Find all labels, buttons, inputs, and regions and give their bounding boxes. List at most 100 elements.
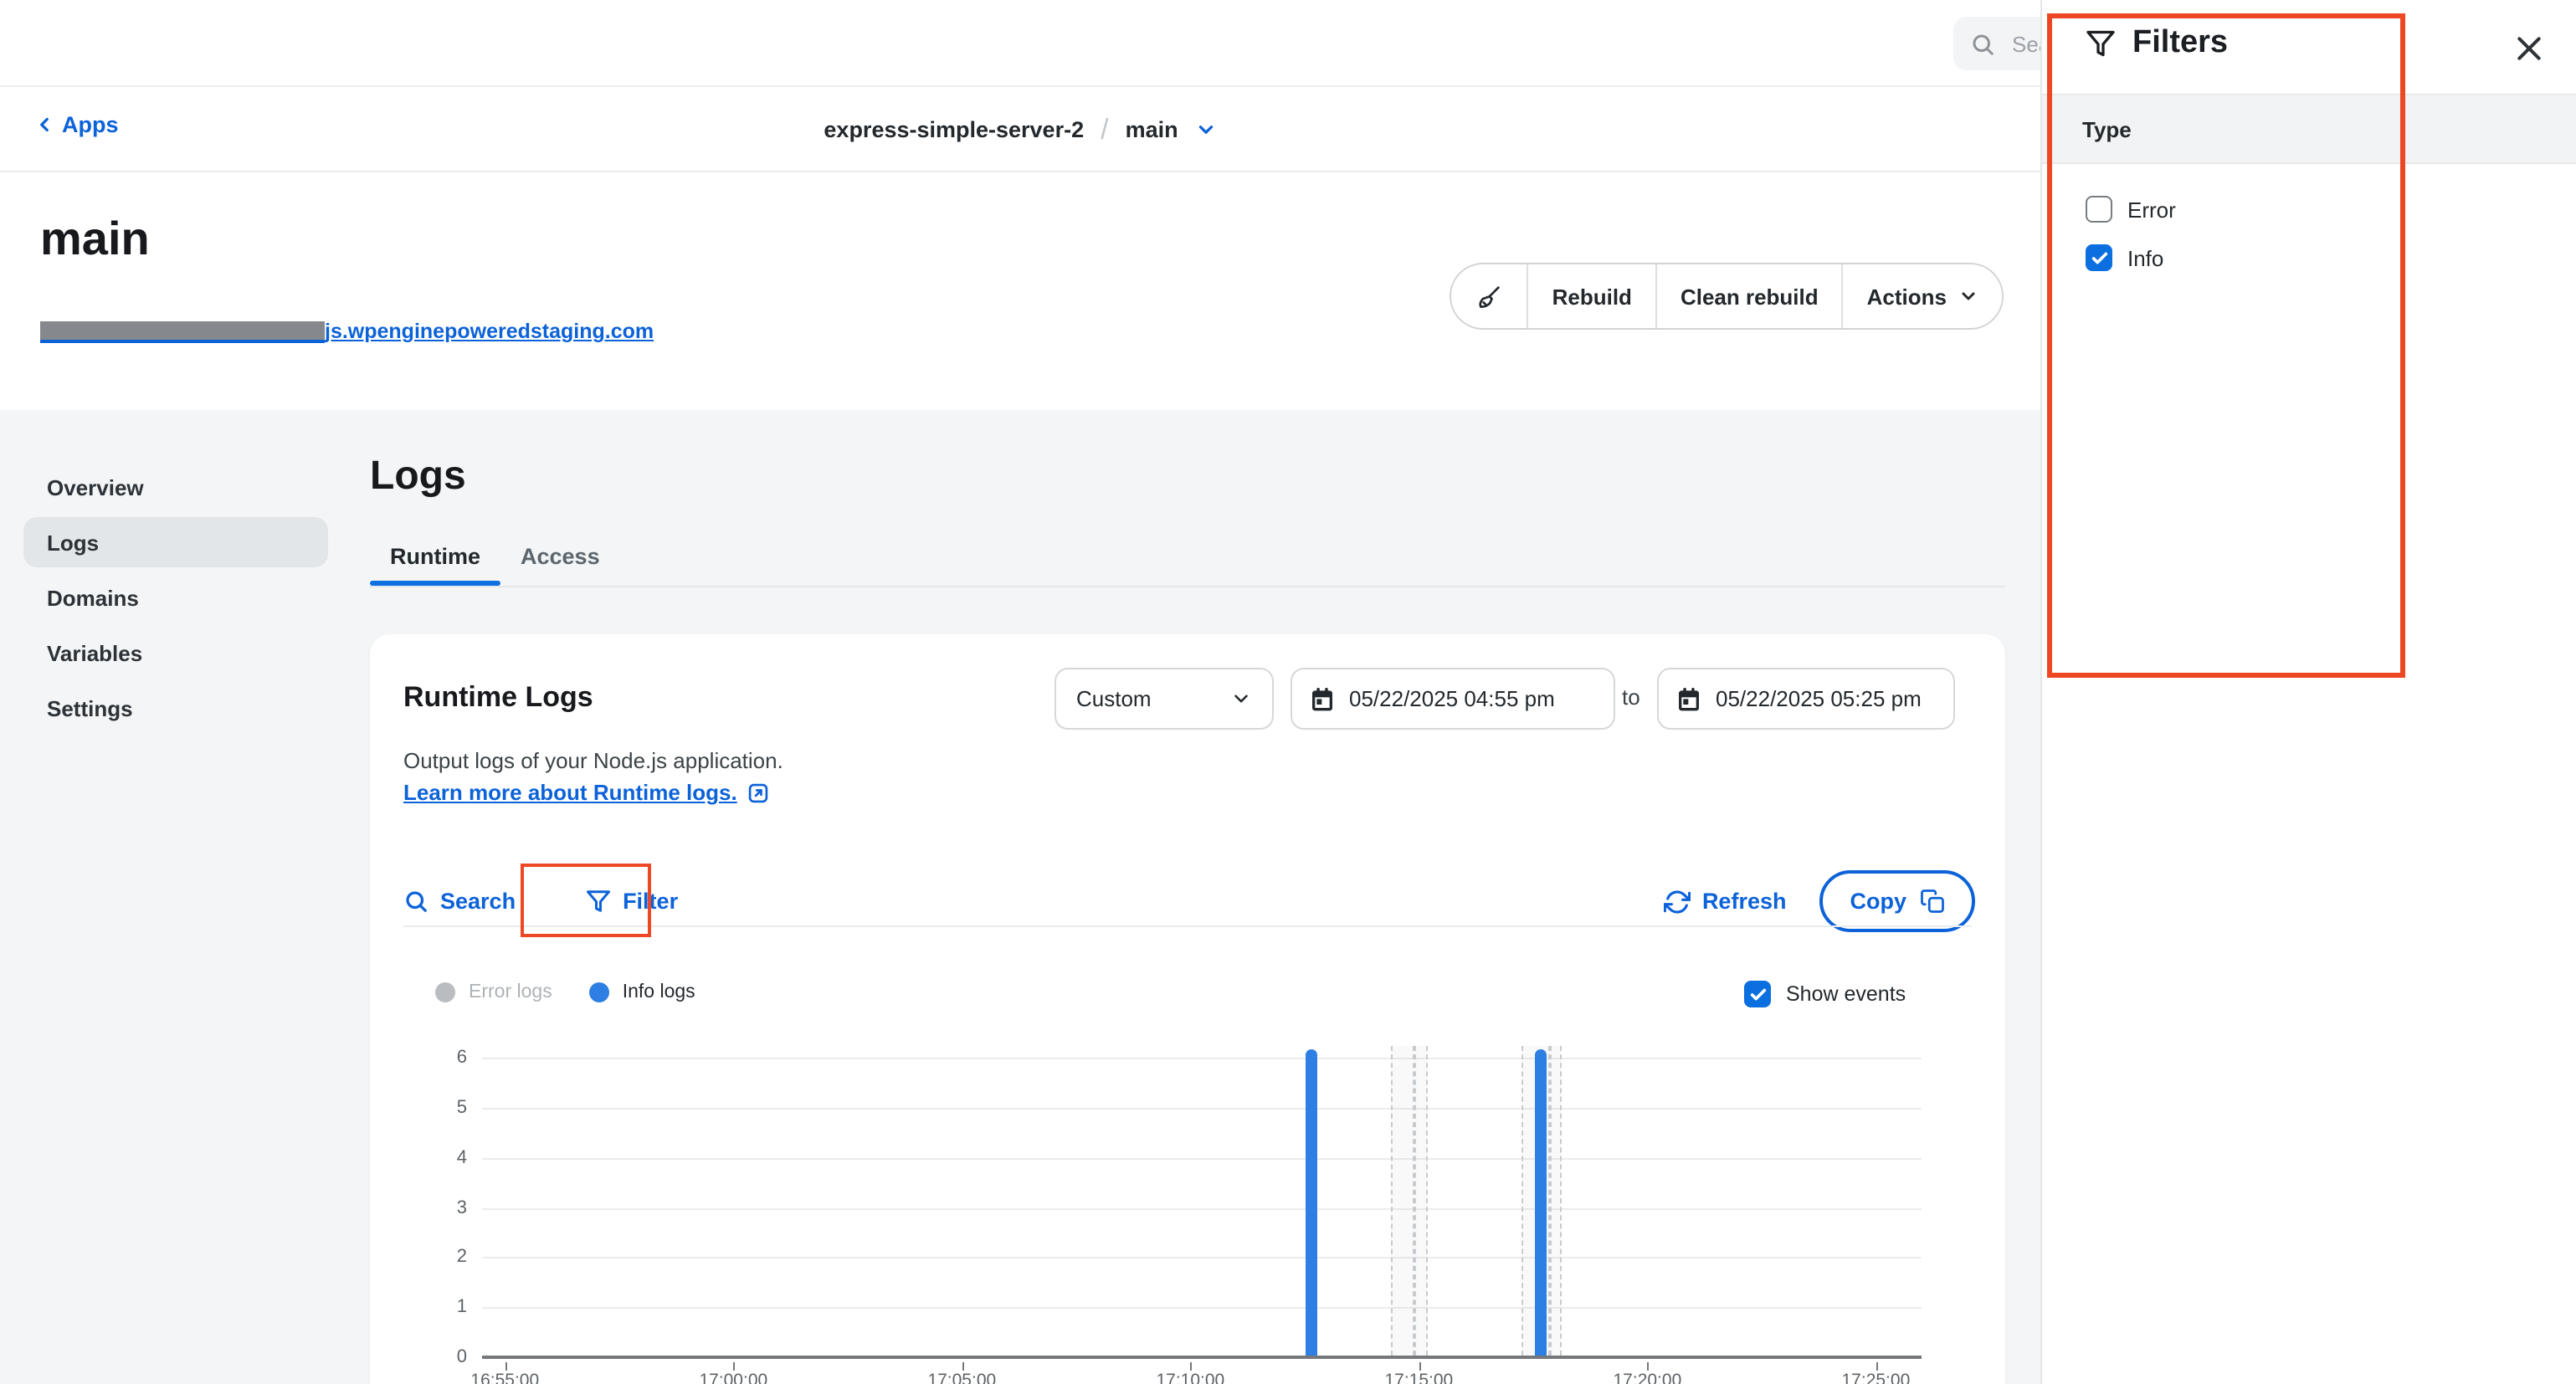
search-icon [1970,31,1995,56]
rebuild-label: Rebuild [1552,284,1632,309]
refresh-label: Refresh [1702,889,1787,914]
chevron-down-icon[interactable] [1195,119,1217,141]
broom-icon [1475,282,1504,310]
tab-runtime[interactable]: Runtime [370,532,500,581]
info-checkbox[interactable] [2086,244,2112,271]
sidebar-item-variables[interactable]: Variables [23,628,328,678]
event-region [1550,1046,1563,1356]
sidebar-item-logs[interactable]: Logs [23,517,328,567]
sidebar-label: Variables [47,640,142,665]
date-to-input[interactable]: 05/22/2025 05:25 pm [1657,668,1955,730]
x-axis-label: 17:20:00 [1580,1371,1714,1384]
date-from-value: 05/22/2025 04:55 pm [1349,686,1555,711]
environment-url-link[interactable]: js.wpenginepoweredstaging.com [325,320,654,343]
gridline [482,1157,1922,1159]
y-axis-label: 5 [417,1098,467,1118]
search-icon [403,888,428,913]
log-count-bar[interactable] [1535,1049,1547,1356]
refresh-icon [1664,888,1691,915]
x-axis-tick [505,1362,506,1371]
check-icon [2090,249,2108,267]
logs-page-title: Logs [370,454,466,500]
x-axis-tick [733,1362,735,1371]
gridline [482,1108,1922,1110]
close-icon[interactable] [2512,32,2546,65]
filter-option-info[interactable]: Info [2086,244,2163,271]
breadcrumb-separator: / [1101,113,1108,146]
filter-funnel-icon [586,888,611,913]
search-logs-button[interactable]: Search [403,888,516,913]
legend-info-logs[interactable]: Info logs [589,982,695,1002]
runtime-logs-card: Runtime Logs Custom 05/22/2025 04:55 pm … [370,634,2005,1384]
external-link-icon [747,781,771,804]
filters-panel: Filters Type Error Info [2040,0,2576,1384]
filter-label: Filter [623,888,678,913]
show-events-label: Show events [1786,982,1906,1006]
date-range-to-label: to [1622,684,1640,710]
event-region [1415,1046,1428,1356]
x-axis-label: 17:10:00 [1123,1371,1257,1384]
x-axis-label: 17:25:00 [1809,1371,1942,1384]
filter-funnel-icon [2086,28,2116,59]
filters-panel-title: Filters [2132,25,2228,62]
clean-rebuild-label: Clean rebuild [1681,284,1819,309]
copy-button[interactable]: Copy [1820,870,1976,932]
environment-sidebar: Overview Logs Domains Variables Settings [23,462,328,738]
sidebar-label: Domains [47,585,139,610]
sidebar-item-overview[interactable]: Overview [23,462,328,512]
legend-error-logs[interactable]: Error logs [435,982,552,1002]
error-checkbox[interactable] [2086,196,2112,223]
gridline [482,1307,1922,1309]
legend-label: Info logs [623,982,695,1002]
logs-tabs: Runtime Access [370,532,620,581]
runtime-logs-chart [482,1046,1922,1359]
redacted-url-segment [40,320,325,342]
check-icon [1748,985,1767,1003]
sidebar-item-domains[interactable]: Domains [23,572,328,623]
filter-option-error[interactable]: Error [2086,196,2176,223]
show-events-checkbox[interactable] [1744,981,1771,1007]
app-root: Apps express-simple-server-2 / main main… [0,0,2576,1384]
x-axis-label: 17:15:00 [1352,1371,1486,1384]
calendar-icon [1309,685,1336,712]
time-range-value: Custom [1076,686,1152,711]
rebuild-button[interactable]: Rebuild [1527,264,1655,328]
sidebar-label: Settings [47,695,133,720]
legend-label: Error logs [469,982,552,1002]
x-axis-tick [1419,1362,1420,1371]
environment-url[interactable]: js.wpenginepoweredstaging.com [40,318,654,345]
filters-panel-header: Filters [2086,25,2228,62]
runtime-logs-description: Output logs of your Node.js application. [403,748,783,773]
gridline [482,1258,1922,1259]
refresh-button[interactable]: Refresh [1664,888,1787,915]
breadcrumb: express-simple-server-2 / main [0,87,2040,172]
logs-content: Logs Runtime Access Runtime Logs Custom … [370,410,2005,1384]
time-range-select[interactable]: Custom [1055,668,1274,730]
chevron-down-icon [1958,286,1978,306]
filter-logs-button[interactable]: Filter [586,888,678,913]
y-axis-label: 4 [417,1147,467,1167]
filter-option-label: Error [2127,197,2176,222]
actions-menu-button[interactable]: Actions [1842,264,2002,328]
gridline [482,1058,1922,1059]
environment-actions-group: Rebuild Clean rebuild Actions [1450,263,2004,330]
x-axis-tick [962,1362,963,1371]
sidebar-label: Overview [47,474,144,500]
clean-rebuild-button[interactable]: Clean rebuild [1655,264,1842,328]
sidebar-item-settings[interactable]: Settings [23,683,328,733]
x-axis-label: 17:05:00 [895,1371,1029,1384]
broom-button[interactable] [1452,264,1527,328]
breadcrumb-app-name[interactable]: express-simple-server-2 [824,117,1084,142]
log-count-bar[interactable] [1306,1049,1318,1356]
breadcrumb-environment[interactable]: main [1126,117,1178,142]
y-axis-label: 0 [417,1347,467,1367]
date-from-input[interactable]: 05/22/2025 04:55 pm [1291,668,1615,730]
learn-more-link[interactable]: Learn more about Runtime logs. [403,780,771,805]
x-axis-tick [1190,1362,1192,1371]
tab-access[interactable]: Access [500,532,620,581]
show-events-toggle[interactable]: Show events [1744,981,1906,1007]
logs-toolbar-left: Search Filter [403,882,678,919]
copy-label: Copy [1850,889,1907,914]
info-logs-dot [589,982,609,1002]
tab-label: Access [521,544,600,569]
